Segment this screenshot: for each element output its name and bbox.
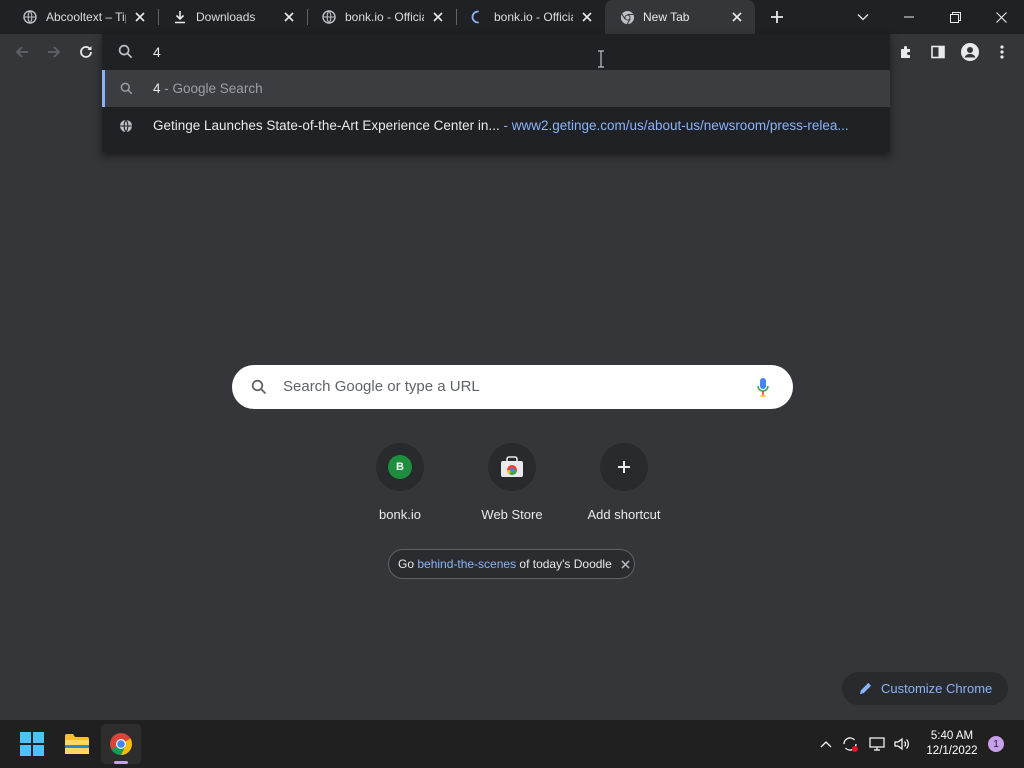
folder-icon bbox=[65, 734, 89, 754]
tab-bonk-1[interactable]: bonk.io - Officia bbox=[307, 0, 456, 34]
tab-title: bonk.io - Officia bbox=[345, 10, 424, 24]
chevron-down-icon bbox=[857, 14, 869, 21]
close-icon[interactable] bbox=[430, 9, 446, 25]
shortcut-bonk[interactable]: B bonk.io bbox=[344, 443, 456, 533]
arrow-right-icon bbox=[48, 46, 61, 58]
add-shortcut-button[interactable]: Add shortcut bbox=[568, 443, 680, 533]
start-button[interactable] bbox=[12, 724, 52, 764]
kebab-menu-icon bbox=[1000, 45, 1004, 59]
network-icon[interactable] bbox=[868, 734, 888, 754]
shortcut-icon-container bbox=[488, 443, 536, 491]
volume-icon[interactable] bbox=[892, 734, 912, 754]
shortcut-label: Web Store bbox=[481, 507, 543, 522]
omnibox-dropdown: 4 4 - Google Search Getinge Launches Sta… bbox=[102, 34, 890, 152]
search-icon bbox=[251, 379, 267, 400]
clock-date: 12/1/2022 bbox=[926, 745, 978, 757]
extensions-button[interactable] bbox=[892, 38, 920, 66]
omnibox[interactable]: 4 bbox=[102, 34, 890, 70]
omnibox-value[interactable]: 4 bbox=[153, 44, 161, 60]
close-icon[interactable] bbox=[579, 9, 595, 25]
chrome-taskbar-button[interactable] bbox=[101, 724, 141, 764]
profile-icon bbox=[961, 43, 979, 61]
profile-button[interactable] bbox=[956, 38, 984, 66]
windows-logo-icon bbox=[20, 732, 44, 756]
close-icon[interactable] bbox=[132, 9, 148, 25]
file-explorer-button[interactable] bbox=[57, 724, 97, 764]
search-placeholder: Search Google or type a URL bbox=[283, 378, 480, 395]
chrome-icon bbox=[619, 9, 635, 25]
reload-icon bbox=[80, 46, 92, 58]
loading-spinner-icon bbox=[470, 9, 486, 25]
close-icon[interactable] bbox=[729, 9, 745, 25]
microphone-icon[interactable] bbox=[756, 377, 770, 402]
clock-time: 5:40 AM bbox=[930, 730, 974, 742]
tab-title: New Tab bbox=[643, 10, 690, 24]
selection-indicator bbox=[102, 70, 105, 107]
clock[interactable]: 5:40 AM 12/1/2022 bbox=[918, 729, 986, 759]
search-icon bbox=[118, 81, 134, 97]
globe-icon bbox=[321, 9, 337, 25]
suggestion-search[interactable]: 4 - Google Search bbox=[102, 70, 890, 107]
plus-icon bbox=[618, 461, 630, 473]
tab-new-tab[interactable]: New Tab bbox=[605, 0, 755, 34]
tab-downloads[interactable]: Downloads bbox=[158, 0, 307, 34]
download-icon bbox=[172, 9, 188, 25]
notification-badge[interactable]: 1 bbox=[988, 736, 1004, 752]
running-indicator bbox=[114, 761, 128, 764]
shortcut-web-store[interactable]: Web Store bbox=[456, 443, 568, 533]
globe-icon bbox=[118, 118, 134, 134]
tab-strip: Abcooltext – Tip Downloads bonk.io - Off… bbox=[0, 0, 1024, 34]
customize-label: Customize Chrome bbox=[881, 681, 993, 696]
doodle-text-prefix: Go bbox=[398, 557, 418, 571]
back-button[interactable] bbox=[8, 38, 36, 66]
close-icon[interactable] bbox=[621, 559, 630, 569]
suggestion-sub-text: Google Search bbox=[172, 81, 263, 96]
forward-button[interactable] bbox=[40, 38, 68, 66]
chrome-icon bbox=[110, 733, 132, 755]
tab-title: Abcooltext – Tip bbox=[46, 10, 126, 24]
tab-search-button[interactable] bbox=[840, 0, 886, 34]
show-hidden-icons-button[interactable] bbox=[816, 734, 836, 754]
minimize-button[interactable] bbox=[886, 0, 932, 34]
shortcut-icon-container: B bbox=[376, 443, 424, 491]
tab-title: bonk.io - Officia bbox=[494, 10, 573, 24]
shortcut-label: Add shortcut bbox=[587, 507, 661, 522]
tab-bonk-2[interactable]: bonk.io - Officia bbox=[456, 0, 605, 34]
suggestion-url: www2.getinge.com/us/about-us/newsroom/pr… bbox=[511, 118, 849, 133]
doodle-chip: Go behind-the-scenes of today's Doodle bbox=[388, 549, 635, 579]
shortcut-label: bonk.io bbox=[379, 507, 421, 522]
tab-abcooltext[interactable]: Abcooltext – Tip bbox=[8, 0, 158, 34]
taskbar: 5:40 AM 12/1/2022 1 bbox=[0, 720, 1024, 768]
doodle-text-suffix: of today's Doodle bbox=[516, 557, 612, 571]
suggestion-history[interactable]: Getinge Launches State-of-the-Art Experi… bbox=[102, 107, 890, 144]
customize-chrome-button[interactable]: Customize Chrome bbox=[842, 672, 1008, 705]
doodle-link[interactable]: behind-the-scenes bbox=[417, 557, 516, 571]
letter-badge-icon: B bbox=[388, 455, 412, 479]
pencil-icon bbox=[859, 682, 872, 695]
side-panel-button[interactable] bbox=[924, 38, 952, 66]
chevron-up-icon bbox=[820, 741, 832, 748]
globe-icon bbox=[22, 9, 38, 25]
sync-icon[interactable] bbox=[840, 734, 860, 754]
new-tab-button[interactable] bbox=[763, 3, 791, 31]
search-icon bbox=[118, 44, 133, 64]
close-icon[interactable] bbox=[281, 9, 297, 25]
side-panel-icon bbox=[931, 45, 945, 59]
reload-button[interactable] bbox=[72, 38, 100, 66]
puzzle-icon bbox=[901, 46, 910, 58]
suggestion-main-text: Getinge Launches State-of-the-Art Experi… bbox=[153, 118, 500, 133]
suggestion-main-text: 4 bbox=[153, 81, 161, 96]
ntp-search-box[interactable]: Search Google or type a URL bbox=[232, 365, 793, 409]
menu-button[interactable] bbox=[988, 38, 1016, 66]
arrow-left-icon bbox=[15, 46, 28, 58]
suggestion-separator: - bbox=[499, 118, 512, 133]
close-window-button[interactable] bbox=[978, 0, 1024, 34]
web-store-icon bbox=[501, 456, 523, 477]
shortcut-icon-container bbox=[600, 443, 648, 491]
suggestion-separator: - bbox=[160, 81, 173, 96]
restore-button[interactable] bbox=[932, 0, 978, 34]
plus-icon bbox=[771, 11, 783, 23]
tab-title: Downloads bbox=[196, 10, 256, 24]
